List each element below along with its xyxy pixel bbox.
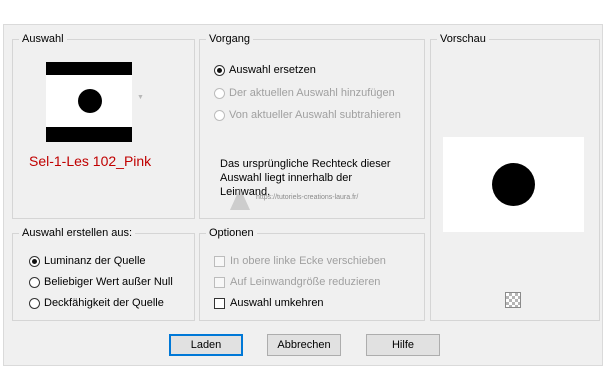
radio-button[interactable] bbox=[214, 64, 225, 76]
thumbnail-circle bbox=[78, 89, 102, 113]
radio-button[interactable] bbox=[29, 255, 40, 267]
watermark-logo-icon bbox=[230, 188, 250, 210]
radio-label: Deckfähigkeit der Quelle bbox=[44, 297, 164, 309]
preview-group-title: Vorschau bbox=[437, 32, 489, 46]
operation-group-title: Vorgang bbox=[206, 32, 253, 46]
load-selection-dialog: Auswahl ▼ Sel-1-Les 102_Pink Vorgang Aus… bbox=[3, 24, 603, 366]
radio-replace-selection[interactable]: Auswahl ersetzen bbox=[214, 64, 316, 76]
radio-label: Beliebiger Wert außer Null bbox=[44, 276, 173, 288]
checkbox-move-to-top-left[interactable]: In obere linke Ecke verschieben bbox=[214, 255, 386, 267]
load-button[interactable]: Laden bbox=[169, 334, 243, 356]
watermark-text: https://tutoriels-creations-laura.fr/ bbox=[256, 194, 359, 201]
checkbox-label: In obere linke Ecke verschieben bbox=[230, 255, 386, 267]
thumbnail-top-bar bbox=[46, 62, 132, 75]
radio-button[interactable] bbox=[29, 276, 40, 288]
preview-group: Vorschau bbox=[430, 32, 600, 321]
radio-label: Der aktuellen Auswahl hinzufügen bbox=[229, 87, 395, 99]
options-group-title: Optionen bbox=[206, 226, 257, 240]
thumbnail-dropdown-arrow-icon[interactable]: ▼ bbox=[137, 94, 144, 101]
checkbox[interactable] bbox=[214, 276, 225, 288]
radio-label: Von aktueller Auswahl subtrahieren bbox=[229, 109, 401, 121]
radio-button[interactable] bbox=[214, 87, 225, 99]
options-group: Optionen In obere linke Ecke verschieben… bbox=[199, 226, 425, 321]
radio-any-nonzero-value[interactable]: Beliebiger Wert außer Null bbox=[29, 276, 173, 288]
checkbox[interactable] bbox=[214, 297, 225, 309]
radio-label: Luminanz der Quelle bbox=[44, 255, 146, 267]
radio-label: Auswahl ersetzen bbox=[229, 64, 316, 76]
radio-source-luminance[interactable]: Luminanz der Quelle bbox=[29, 255, 146, 267]
preview-canvas bbox=[443, 137, 584, 232]
selection-group: Auswahl ▼ Sel-1-Les 102_Pink bbox=[12, 32, 195, 219]
checkbox-invert-selection[interactable]: Auswahl umkehren bbox=[214, 297, 324, 309]
selection-thumbnail[interactable] bbox=[46, 62, 132, 142]
checkbox-clip-to-canvas[interactable]: Auf Leinwandgröße reduzieren bbox=[214, 276, 380, 288]
radio-button[interactable] bbox=[214, 109, 225, 121]
radio-subtract-from-selection[interactable]: Von aktueller Auswahl subtrahieren bbox=[214, 109, 401, 121]
thumbnail-bottom-bar bbox=[46, 127, 132, 142]
checkbox-label: Auf Leinwandgröße reduzieren bbox=[230, 276, 381, 288]
operation-group: Vorgang Auswahl ersetzen Der aktuellen A… bbox=[199, 32, 425, 219]
checkbox[interactable] bbox=[214, 255, 225, 267]
selection-name: Sel-1-Les 102_Pink bbox=[29, 153, 152, 169]
create-from-group: Auswahl erstellen aus: Luminanz der Quel… bbox=[12, 226, 195, 321]
cancel-button[interactable]: Abbrechen bbox=[267, 334, 341, 356]
checkbox-label: Auswahl umkehren bbox=[230, 297, 324, 309]
preview-circle bbox=[492, 163, 535, 206]
checkerboard-icon[interactable] bbox=[505, 292, 521, 308]
selection-group-title: Auswahl bbox=[19, 32, 67, 46]
radio-button[interactable] bbox=[29, 297, 40, 309]
radio-source-opacity[interactable]: Deckfähigkeit der Quelle bbox=[29, 297, 164, 309]
create-from-group-title: Auswahl erstellen aus: bbox=[19, 226, 136, 240]
help-button[interactable]: Hilfe bbox=[366, 334, 440, 356]
radio-add-to-selection[interactable]: Der aktuellen Auswahl hinzufügen bbox=[214, 87, 395, 99]
